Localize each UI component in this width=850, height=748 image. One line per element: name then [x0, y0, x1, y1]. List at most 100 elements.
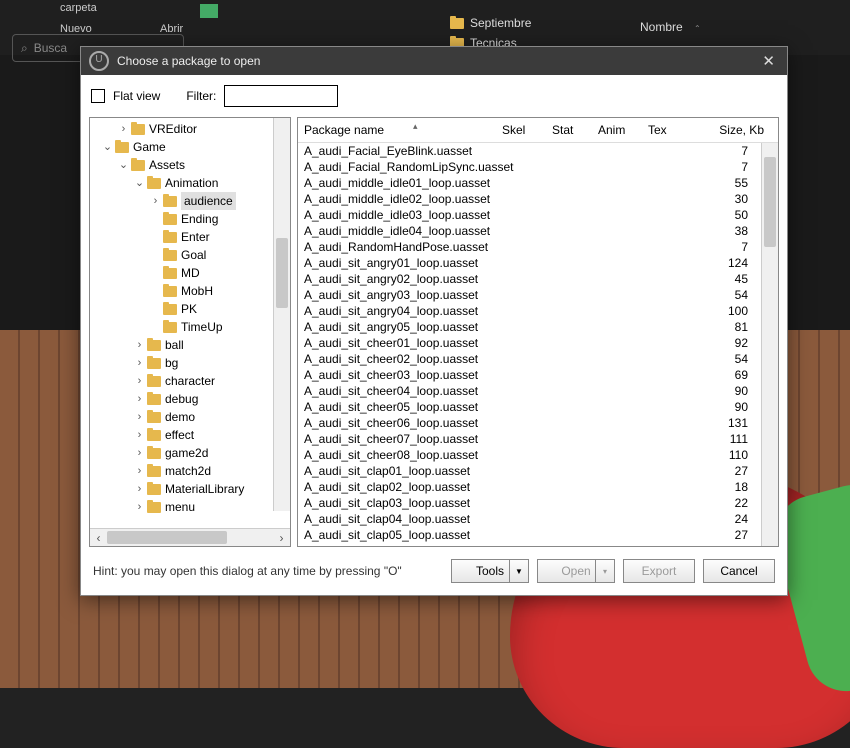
expand-icon[interactable]: › [134, 408, 145, 426]
close-button[interactable]: ✕ [758, 52, 779, 70]
tools-button[interactable]: Tools ▼ [451, 559, 529, 583]
tree-node[interactable]: TimeUp [94, 318, 290, 336]
package-row[interactable]: A_audi_sit_angry01_loop.uasset124 [298, 255, 762, 271]
tree-node[interactable]: ›ball [94, 336, 290, 354]
package-row[interactable]: A_audi_sit_angry02_loop.uasset45 [298, 271, 762, 287]
expand-icon[interactable]: › [134, 336, 145, 354]
expand-icon[interactable]: › [150, 192, 161, 210]
tree-node[interactable]: Goal [94, 246, 290, 264]
expand-icon[interactable]: › [134, 390, 145, 408]
package-row[interactable]: A_audi_sit_cheer05_loop.uasset90 [298, 399, 762, 415]
tree-node[interactable]: ›menu [94, 498, 290, 516]
tree-node[interactable]: ⌄Animation [94, 174, 290, 192]
cancel-button[interactable]: Cancel [703, 559, 775, 583]
scrollbar-thumb[interactable] [276, 238, 288, 308]
expand-icon[interactable]: › [134, 444, 145, 462]
col-anim[interactable]: Anim [592, 123, 642, 137]
package-row[interactable]: A_audi_middle_idle02_loop.uasset30 [298, 191, 762, 207]
tree-node[interactable]: Enter [94, 228, 290, 246]
tree-node[interactable]: ›demo [94, 408, 290, 426]
package-list-header[interactable]: Package name ▴ Skel Stat Anim Tex Size, … [298, 118, 778, 143]
chevron-down-icon[interactable]: ▼ [509, 560, 528, 582]
scrollbar-thumb[interactable] [107, 531, 227, 544]
package-row[interactable]: A_audi_sit_cheer08_loop.uasset110 [298, 447, 762, 463]
expand-icon[interactable]: › [134, 480, 145, 498]
expand-icon[interactable]: › [134, 354, 145, 372]
package-name: A_audi_sit_cheer04_loop.uasset [304, 384, 678, 398]
package-row[interactable]: A_audi_sit_cheer07_loop.uasset111 [298, 431, 762, 447]
tree-vertical-scrollbar[interactable] [273, 118, 290, 511]
package-row[interactable]: A_audi_sit_cheer06_loop.uasset131 [298, 415, 762, 431]
package-row[interactable]: A_audi_middle_idle01_loop.uasset55 [298, 175, 762, 191]
package-name: A_audi_sit_cheer08_loop.uasset [304, 448, 678, 462]
package-row[interactable]: A_audi_middle_idle04_loop.uasset38 [298, 223, 762, 239]
list-vertical-scrollbar[interactable] [761, 143, 778, 546]
tree-node[interactable]: MobH [94, 282, 290, 300]
package-name: A_audi_RandomHandPose.uasset [304, 240, 678, 254]
tree-node[interactable]: ›effect [94, 426, 290, 444]
expand-icon[interactable]: › [134, 426, 145, 444]
package-size: 21 [678, 544, 756, 546]
package-row[interactable]: A_audi_sit_clap01_loop.uasset27 [298, 463, 762, 479]
package-row[interactable]: A_audi_sit_clap04_loop.uasset24 [298, 511, 762, 527]
package-row[interactable]: A_audi_Facial_RandomLipSync.uasset7 [298, 159, 762, 175]
tree-node[interactable]: MD [94, 264, 290, 282]
scroll-left-arrow[interactable]: ‹ [90, 531, 107, 545]
package-row[interactable]: A_audi_sit_cheer04_loop.uasset90 [298, 383, 762, 399]
package-row[interactable]: A_audi_sit_angry05_loop.uasset81 [298, 319, 762, 335]
package-row[interactable]: A_audi_sit_cheer01_loop.uasset92 [298, 335, 762, 351]
chevron-down-icon[interactable]: ▾ [595, 560, 614, 582]
collapse-icon[interactable]: ⌄ [102, 138, 113, 156]
package-row[interactable]: A_audi_sit_clap02_loop.uasset18 [298, 479, 762, 495]
package-row[interactable]: A_audi_sit_cheer03_loop.uasset69 [298, 367, 762, 383]
package-name: A_audi_sit_clap05_loop.uasset [304, 528, 678, 542]
tree-node[interactable]: ›debug [94, 390, 290, 408]
scrollbar-thumb[interactable] [764, 157, 776, 247]
tree-node[interactable]: ›character [94, 372, 290, 390]
col-stat[interactable]: Stat [546, 123, 592, 137]
package-row[interactable]: A_audi_sit_clap03_loop.uasset22 [298, 495, 762, 511]
package-row[interactable]: A_audi_sit_angry04_loop.uasset100 [298, 303, 762, 319]
open-button[interactable]: Open ▾ [537, 559, 615, 583]
tree-node[interactable]: Ending [94, 210, 290, 228]
col-size[interactable]: Size, Kb [688, 123, 778, 137]
folder-icon [131, 124, 145, 135]
filter-input[interactable] [224, 85, 338, 107]
tree-node[interactable]: ›match2d [94, 462, 290, 480]
tree-horizontal-scrollbar[interactable]: ‹ › [90, 528, 290, 546]
tree-node[interactable]: ⌄Assets [94, 156, 290, 174]
bg-column-nombre[interactable]: Nombre ⌃ [640, 20, 701, 34]
folder-tree[interactable]: ›VREditor⌄Game⌄Assets⌄Animation›audience… [90, 118, 290, 518]
dialog-titlebar[interactable]: Choose a package to open ✕ [81, 47, 787, 75]
col-skel[interactable]: Skel [496, 123, 546, 137]
tree-node[interactable]: ›VREditor [94, 120, 290, 138]
bg-folder-septiembre[interactable]: Septiembre [450, 16, 531, 30]
collapse-icon[interactable]: ⌄ [134, 174, 145, 192]
unreal-icon [89, 51, 109, 71]
package-row[interactable]: A_audi_Facial_EyeBlink.uasset7 [298, 143, 762, 159]
tree-node[interactable]: ⌄Game [94, 138, 290, 156]
export-button[interactable]: Export [623, 559, 695, 583]
tree-node[interactable]: ›MaterialLibrary [94, 480, 290, 498]
package-name: A_audi_Facial_RandomLipSync.uasset [304, 160, 678, 174]
package-row[interactable]: A_audi_middle_idle03_loop.uasset50 [298, 207, 762, 223]
package-row[interactable]: A_audi_sit_angry03_loop.uasset54 [298, 287, 762, 303]
tree-node[interactable]: ›game2d [94, 444, 290, 462]
col-tex[interactable]: Tex [642, 123, 688, 137]
tree-node[interactable]: PK [94, 300, 290, 318]
package-row[interactable]: A_audi_sit_clap05_loop.uasset27 [298, 527, 762, 543]
scroll-right-arrow[interactable]: › [273, 531, 290, 545]
package-row[interactable]: A_audi_sit_cheer02_loop.uasset54 [298, 351, 762, 367]
package-list-rows[interactable]: A_audi_Facial_EyeBlink.uasset7A_audi_Fac… [298, 143, 762, 546]
package-row[interactable]: A_audi_sit_clap06_loop.uasset21 [298, 543, 762, 546]
expand-icon[interactable]: › [134, 498, 145, 516]
col-package-name[interactable]: Package name ▴ [298, 123, 496, 137]
package-row[interactable]: A_audi_RandomHandPose.uasset7 [298, 239, 762, 255]
expand-icon[interactable]: › [118, 120, 129, 138]
expand-icon[interactable]: › [134, 372, 145, 390]
tree-node[interactable]: ›bg [94, 354, 290, 372]
tree-node[interactable]: ›audience [94, 192, 290, 210]
collapse-icon[interactable]: ⌄ [118, 156, 129, 174]
flat-view-checkbox[interactable] [91, 89, 105, 103]
expand-icon[interactable]: › [134, 462, 145, 480]
